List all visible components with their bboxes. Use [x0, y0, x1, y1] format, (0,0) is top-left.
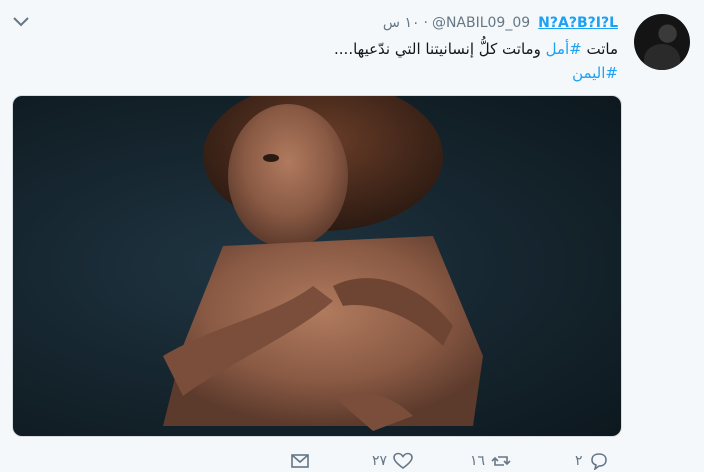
- dm-action[interactable]: [290, 452, 310, 470]
- tweet-text-line-1: ماتت #أمل وماتت كلُّ إنسانيتنا التي ندّع…: [98, 37, 618, 61]
- retweet-icon: [491, 456, 511, 466]
- photo-icon: [163, 96, 483, 431]
- like-count: ٢٧: [372, 453, 388, 469]
- hashtag-yemen[interactable]: #اليمن: [572, 64, 618, 82]
- tweet-header: ١٠ س · @NABIL09_09 N?A?B?I?L: [383, 13, 618, 33]
- tweet-time[interactable]: ١٠ س: [383, 15, 420, 31]
- mail-icon: [291, 454, 309, 468]
- tweet[interactable]: ١٠ س · @NABIL09_09 N?A?B?I?L ماتت #أمل و…: [0, 0, 704, 472]
- reply-count: ٢: [575, 453, 583, 469]
- retweet-count: ١٦: [470, 453, 486, 469]
- heart-icon: [393, 452, 413, 469]
- tweet-text: ماتت #أمل وماتت كلُّ إنسانيتنا التي ندّع…: [98, 37, 618, 85]
- reply-action[interactable]: ٢: [575, 452, 609, 470]
- chevron-down-icon[interactable]: [12, 14, 30, 28]
- hashtag-amal[interactable]: #أمل: [546, 40, 582, 58]
- tweet-photo[interactable]: [12, 95, 622, 437]
- reply-icon: [590, 453, 607, 470]
- avatar[interactable]: [634, 14, 690, 70]
- retweet-action[interactable]: ١٦: [470, 452, 511, 470]
- tweet-text-line-2: #اليمن: [98, 61, 618, 85]
- user-handle[interactable]: @NABIL09_09: [432, 15, 530, 31]
- like-action[interactable]: ٢٧: [372, 452, 413, 470]
- user-display-name[interactable]: N?A?B?I?L: [538, 15, 618, 31]
- separator-dot: ·: [423, 15, 428, 31]
- text-segment: وماتت كلُّ إنسانيتنا التي ندّعيها....: [334, 40, 546, 58]
- text-segment: ماتت: [581, 40, 618, 58]
- tweet-actions: ٢٧ ١٦ ٢: [290, 452, 620, 472]
